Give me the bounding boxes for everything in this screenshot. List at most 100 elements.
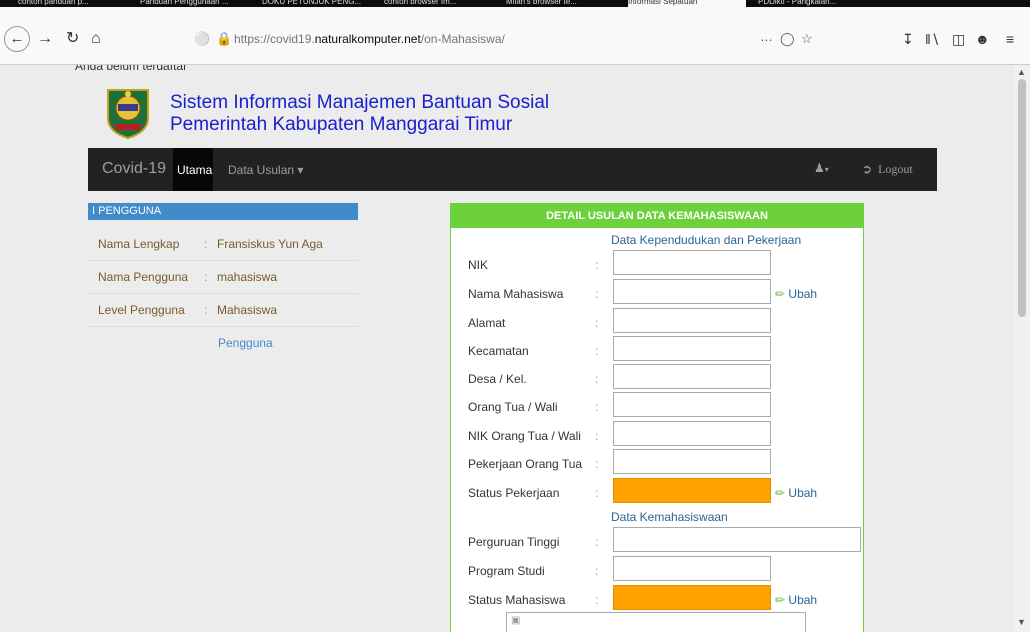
scroll-up-icon[interactable]: ▲ — [1017, 67, 1026, 77]
colon-separator: : — [595, 287, 599, 301]
program-studi-input[interactable] — [613, 556, 771, 581]
lock-icon[interactable]: 🔒 — [216, 31, 232, 47]
field-label: Status Pekerjaan — [468, 486, 560, 500]
reload-icon[interactable]: ↻ — [66, 31, 79, 47]
browser-tab[interactable]: Panduan Penggunaan ... — [140, 0, 250, 7]
browser-tab[interactable]: contoh browser Im... — [384, 0, 494, 7]
user-icon: ♟ — [814, 161, 825, 175]
field-label: Nama Mahasiswa — [468, 287, 564, 301]
colon-separator: : — [595, 429, 599, 443]
document-image-box: ▣ — [506, 612, 806, 632]
sidebar-icon[interactable]: ◫ — [952, 31, 965, 48]
colon-separator: : — [595, 258, 599, 272]
app-title: Sistem Informasi Manajemen Bantuan Sosia… — [170, 92, 549, 136]
pekerjaan-input[interactable] — [613, 449, 771, 474]
caret-down-icon: ▾ — [297, 163, 304, 177]
form-row-nik: NIK: — [451, 250, 863, 278]
app-title-line1: Sistem Informasi Manajemen Bantuan Sosia… — [170, 92, 550, 113]
browser-tab[interactable]: Milan's browser te... — [506, 0, 616, 7]
user-info-key: Nama Lengkap — [98, 237, 180, 251]
edit-status-mahasiswa-link[interactable]: ✏ Ubah — [775, 593, 817, 607]
page-scrollbar[interactable]: ▲ ▼ — [1014, 65, 1030, 632]
nav-item-utama[interactable]: Utama — [173, 148, 213, 191]
tab-strip: contoh panduan p... Panduan Penggunaan .… — [0, 0, 1030, 7]
url-bar[interactable]: ⚪ 🔒 https://covid19.naturalkomputer.net/… — [188, 25, 813, 53]
scrollbar-thumb[interactable] — [1018, 79, 1026, 317]
url-domain: naturalkomputer.net — [314, 32, 421, 46]
user-info-heading-text: I PENGGUNA — [92, 205, 162, 217]
nama-mahasiswa-input[interactable] — [613, 279, 771, 304]
colon-separator: : — [595, 400, 599, 414]
library-icon[interactable]: ‖∖ — [925, 31, 940, 48]
url-prefix: https://covid19. — [234, 32, 315, 46]
form-row-nik-orang-tua: NIK Orang Tua / Wali: — [451, 421, 863, 449]
browser-tab[interactable]: contoh panduan p... — [18, 0, 118, 7]
forward-arrow-icon[interactable]: → — [37, 31, 53, 47]
user-info-value: Fransiskus Yun Aga — [217, 237, 323, 251]
regency-emblem-logo — [107, 89, 149, 139]
app-title-line2: Pemerintah Kabupaten Manggarai Timur — [170, 114, 513, 135]
colon-separator: : — [595, 372, 599, 386]
form-row-nama-mahasiswa: Nama Mahasiswa: ✏ Ubah — [451, 279, 863, 307]
pencil-icon: ✏ — [775, 593, 786, 607]
nav-item-label: Utama — [177, 163, 213, 177]
form-row-desa: Desa / Kel.: — [451, 364, 863, 392]
section-kemahasiswaan: Data Kemahasiswaan — [611, 510, 728, 524]
nav-dropdown-label: Data Usulan — [228, 163, 295, 177]
page-viewport: Anda belum terdaftar Sistem Informasi Ma… — [0, 65, 1014, 632]
url-text[interactable]: https://covid19.naturalkomputer.net/on-M… — [234, 32, 505, 46]
field-label: Program Studi — [468, 564, 545, 578]
status-mahasiswa-field[interactable] — [613, 585, 771, 610]
logout-link[interactable]: ➲ Logout — [862, 162, 913, 177]
main-navbar: Covid-19 Utama Data Usulan ▾ ♟▾ ➲ Logout — [88, 148, 937, 191]
back-arrow-icon[interactable]: ← — [4, 26, 30, 52]
colon-separator: : — [204, 270, 208, 284]
form-row-program-studi: Program Studi: — [451, 556, 863, 584]
pocket-icon[interactable]: ◯ — [780, 31, 795, 47]
page-actions-icon[interactable]: … — [760, 29, 773, 44]
nik-input[interactable] — [613, 250, 771, 275]
scroll-down-icon[interactable]: ▼ — [1017, 617, 1026, 627]
status-pekerjaan-field[interactable] — [613, 478, 771, 503]
kecamatan-input[interactable] — [613, 336, 771, 361]
edit-nama-link[interactable]: ✏ Ubah — [775, 287, 817, 301]
url-path: /on-Mahasiswa/ — [420, 32, 505, 46]
shield-icon[interactable]: ⚪ — [194, 31, 210, 47]
colon-separator: : — [595, 564, 599, 578]
broken-image-icon: ▣ — [511, 615, 521, 626]
alamat-input[interactable] — [613, 308, 771, 333]
user-info-key: Nama Pengguna — [98, 270, 189, 284]
orang-tua-input[interactable] — [613, 392, 771, 417]
browser-tab[interactable]: PDDikti - Pangkalan... — [758, 0, 868, 7]
desa-input[interactable] — [613, 364, 771, 389]
pencil-icon: ✏ — [775, 287, 786, 301]
browser-tab[interactable]: DOKU PETUNJUK PENG... — [262, 0, 372, 7]
browser-tab-active[interactable]: Informasi Sepatuan — [628, 0, 746, 7]
caret-down-icon: ▾ — [824, 165, 829, 174]
pengguna-link[interactable]: Pengguna — [218, 336, 273, 350]
detail-usulan-form: DETAIL USULAN DATA KEMAHASISWAAN Data Ke… — [450, 203, 864, 632]
field-label: NIK Orang Tua / Wali — [468, 429, 581, 443]
user-info-row: Nama Lengkap : Fransiskus Yun Aga — [88, 228, 358, 261]
user-info-heading: I PENGGUNA — [88, 203, 358, 220]
user-info-row: Nama Pengguna : mahasiswa — [88, 261, 358, 294]
menu-icon[interactable]: ≡ — [1006, 31, 1014, 47]
browser-toolbar: ← → ↻ ⌂ ⚪ 🔒 https://covid19.naturalkompu… — [0, 7, 1030, 65]
account-icon[interactable]: ☻ — [975, 31, 990, 47]
form-row-pekerjaan: Pekerjaan Orang Tua: — [451, 449, 863, 477]
user-info-row: Level Pengguna : Mahasiswa — [88, 294, 358, 327]
download-icon[interactable]: ↧ — [902, 31, 914, 48]
field-label: Orang Tua / Wali — [468, 400, 558, 414]
nik-orang-tua-input[interactable] — [613, 421, 771, 446]
bookmark-star-icon[interactable]: ☆ — [801, 31, 813, 47]
nav-dropdown-data-usulan[interactable]: Data Usulan ▾ — [228, 163, 303, 177]
field-label: Desa / Kel. — [468, 372, 527, 386]
navbar-brand[interactable]: Covid-19 — [102, 160, 166, 178]
perguruan-tinggi-input[interactable] — [613, 527, 861, 552]
home-icon[interactable]: ⌂ — [91, 31, 101, 47]
user-menu[interactable]: ♟▾ — [814, 161, 829, 175]
section-kependudukan: Data Kependudukan dan Pekerjaan — [611, 233, 802, 247]
edit-status-pekerjaan-link[interactable]: ✏ Ubah — [775, 486, 817, 500]
user-info-value: Mahasiswa — [217, 303, 278, 317]
form-header: DETAIL USULAN DATA KEMAHASISWAAN — [451, 204, 863, 228]
